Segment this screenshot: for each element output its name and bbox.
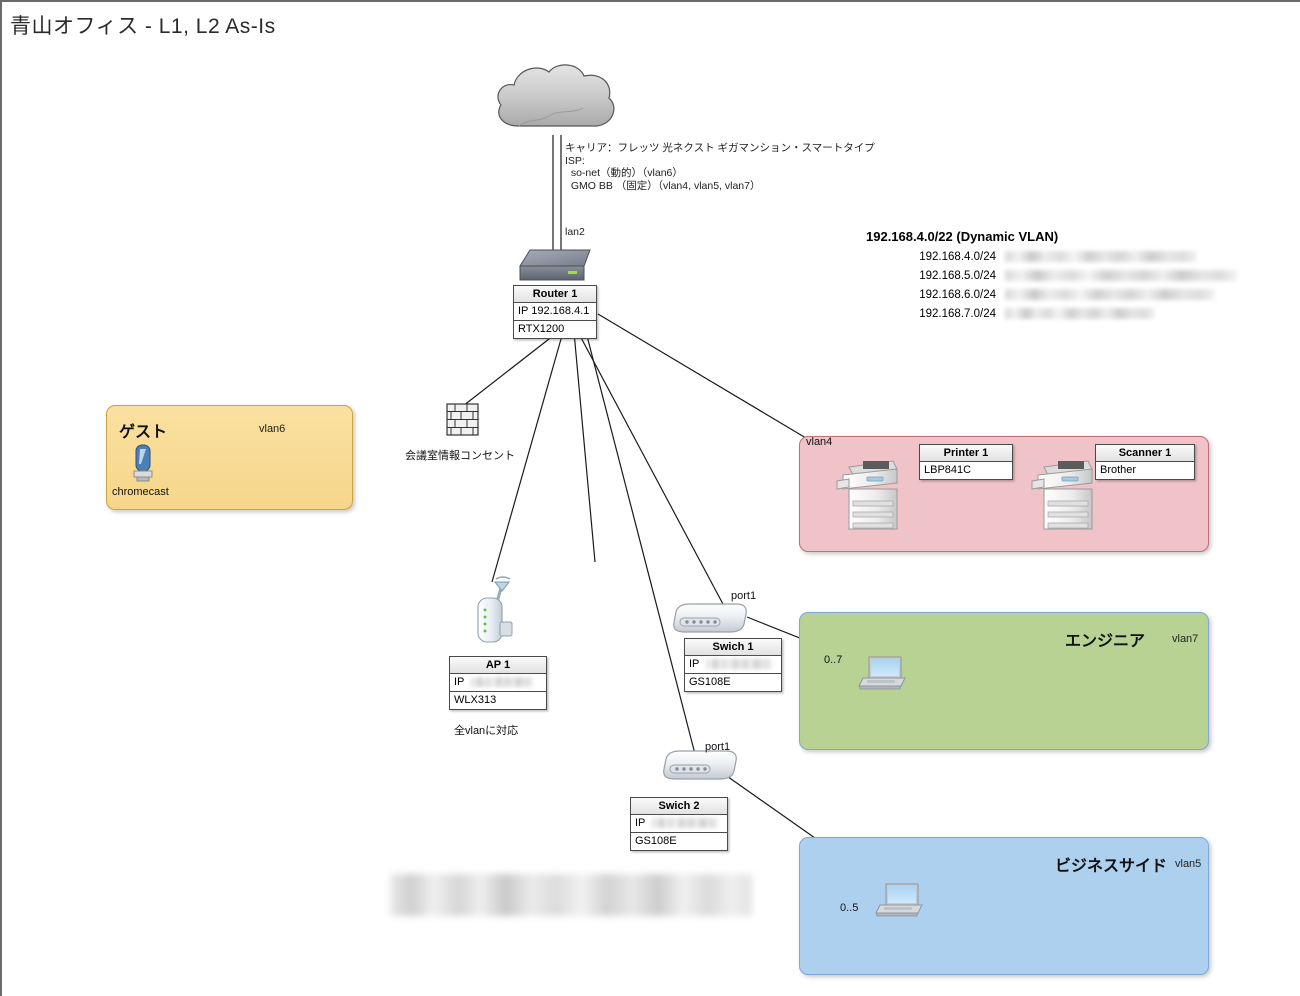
router-name: Router 1 [514, 286, 596, 303]
switch2-model: GS108E [635, 835, 677, 847]
vlan-detail-redacted [1005, 289, 1216, 301]
zone-business[interactable]: ビジネスサイド vlan5 [799, 837, 1209, 975]
business-port-range: 0..5 [840, 902, 859, 914]
chromecast-icon[interactable] [130, 442, 156, 489]
switch1-port-label: port1 [731, 590, 757, 602]
firewall-brick-icon[interactable] [446, 403, 479, 441]
vlan-pool-row: 192.168.7.0/24 [904, 308, 1156, 320]
link-router-sw1-stub [573, 331, 596, 563]
vlan-cidr: 192.168.6.0/24 [919, 289, 996, 301]
switch-icon[interactable] [660, 747, 740, 788]
ap-name: AP 1 [450, 657, 546, 674]
vlan4-label: vlan4 [806, 436, 833, 448]
ap-ip-redacted [471, 677, 534, 688]
vlan-detail-redacted [1005, 270, 1238, 282]
scanner-name: Scanner 1 [1096, 445, 1194, 462]
diagram-canvas: 青山オフィス - L1, L2 As-Is キャリア：フレッツ 光ネクスト ギガ… [0, 0, 1300, 996]
scanner-info-box[interactable]: Scanner 1 Brother [1095, 444, 1195, 480]
vlan-detail-redacted [1005, 251, 1198, 263]
switch2-ip-prefix: IP [635, 817, 646, 829]
switch1-ip: IP [685, 656, 781, 674]
engineer-port-range: 0..7 [824, 654, 843, 666]
zone-guest-title: ゲスト [119, 424, 168, 441]
link-router-switch1 [577, 331, 725, 607]
vlan-pool-row: 192.168.6.0/24 [904, 289, 1216, 301]
switch1-ip-prefix: IP [689, 658, 700, 670]
laptop-icon[interactable] [857, 654, 907, 697]
switch2-ip-redacted [652, 818, 719, 829]
printer-info-box[interactable]: Printer 1 LBP841C [919, 444, 1013, 480]
router-info-box[interactable]: Router 1 IP 192.168.4.1 RTX1200 [513, 285, 597, 339]
switch1-name: Swich 1 [685, 639, 781, 656]
vlan-pool-row: 192.168.5.0/24 [904, 270, 1238, 282]
link-router-switch2 [585, 331, 696, 755]
router-ip: IP 192.168.4.1 [514, 303, 596, 321]
zone-engineer-vlan: vlan7 [1172, 633, 1199, 645]
redacted-note-block [390, 874, 752, 916]
zone-engineer-title: エンジニア [1065, 633, 1146, 650]
switch2-ip: IP [631, 815, 727, 833]
scanner-model: Brother [1100, 464, 1137, 476]
switch1-model: GS108E [689, 676, 731, 688]
ap-ip-prefix: IP [454, 676, 465, 688]
vlan-pool-title: 192.168.4.0/22 (Dynamic VLAN) [866, 229, 1059, 244]
page-title: 青山オフィス - L1, L2 As-Is [10, 15, 276, 38]
cloud-icon [489, 60, 619, 147]
link-router-meetingroom [462, 331, 559, 407]
ap-note: 全vlanに対応 [454, 725, 519, 737]
printer-name: Printer 1 [920, 445, 1012, 462]
ap-info-box[interactable]: AP 1 IP WLX313 [449, 656, 547, 710]
zone-business-vlan: vlan5 [1175, 858, 1202, 870]
switch2-info-box[interactable]: Swich 2 IP GS108E [630, 797, 728, 851]
laptop-icon[interactable] [874, 881, 924, 924]
chromecast-label: chromecast [112, 486, 169, 498]
vlan-cidr: 192.168.5.0/24 [919, 270, 996, 282]
wireless-ap-icon[interactable] [468, 572, 528, 649]
isp-info-text: キャリア：フレッツ 光ネクスト ギガマンション・スマートタイプ ISP: so-… [565, 142, 875, 192]
router-model: RTX1200 [518, 323, 565, 335]
switch1-ip-redacted [706, 659, 773, 670]
vlan-pool-row: 192.168.4.0/24 [904, 251, 1198, 263]
zone-business-title: ビジネスサイド [1055, 858, 1168, 875]
lan2-interface-label: lan2 [565, 226, 585, 238]
printer-icon[interactable] [835, 457, 901, 540]
switch1-info-box[interactable]: Swich 1 IP GS108E [684, 638, 782, 692]
switch2-name: Swich 2 [631, 798, 727, 815]
ap-model: WLX313 [454, 694, 497, 706]
zone-guest-vlan: vlan6 [259, 423, 286, 435]
switch2-port-label: port1 [705, 741, 731, 753]
vlan-detail-redacted [1005, 308, 1156, 320]
switch-icon[interactable] [670, 600, 750, 641]
printer-model: LBP841C [924, 464, 972, 476]
scanner-icon[interactable] [1030, 457, 1096, 540]
vlan-cidr: 192.168.4.0/24 [919, 251, 996, 263]
ap-ip: IP [450, 674, 546, 692]
meeting-room-label: 会議室情報コンセント [405, 450, 515, 462]
vlan-cidr: 192.168.7.0/24 [919, 308, 996, 320]
